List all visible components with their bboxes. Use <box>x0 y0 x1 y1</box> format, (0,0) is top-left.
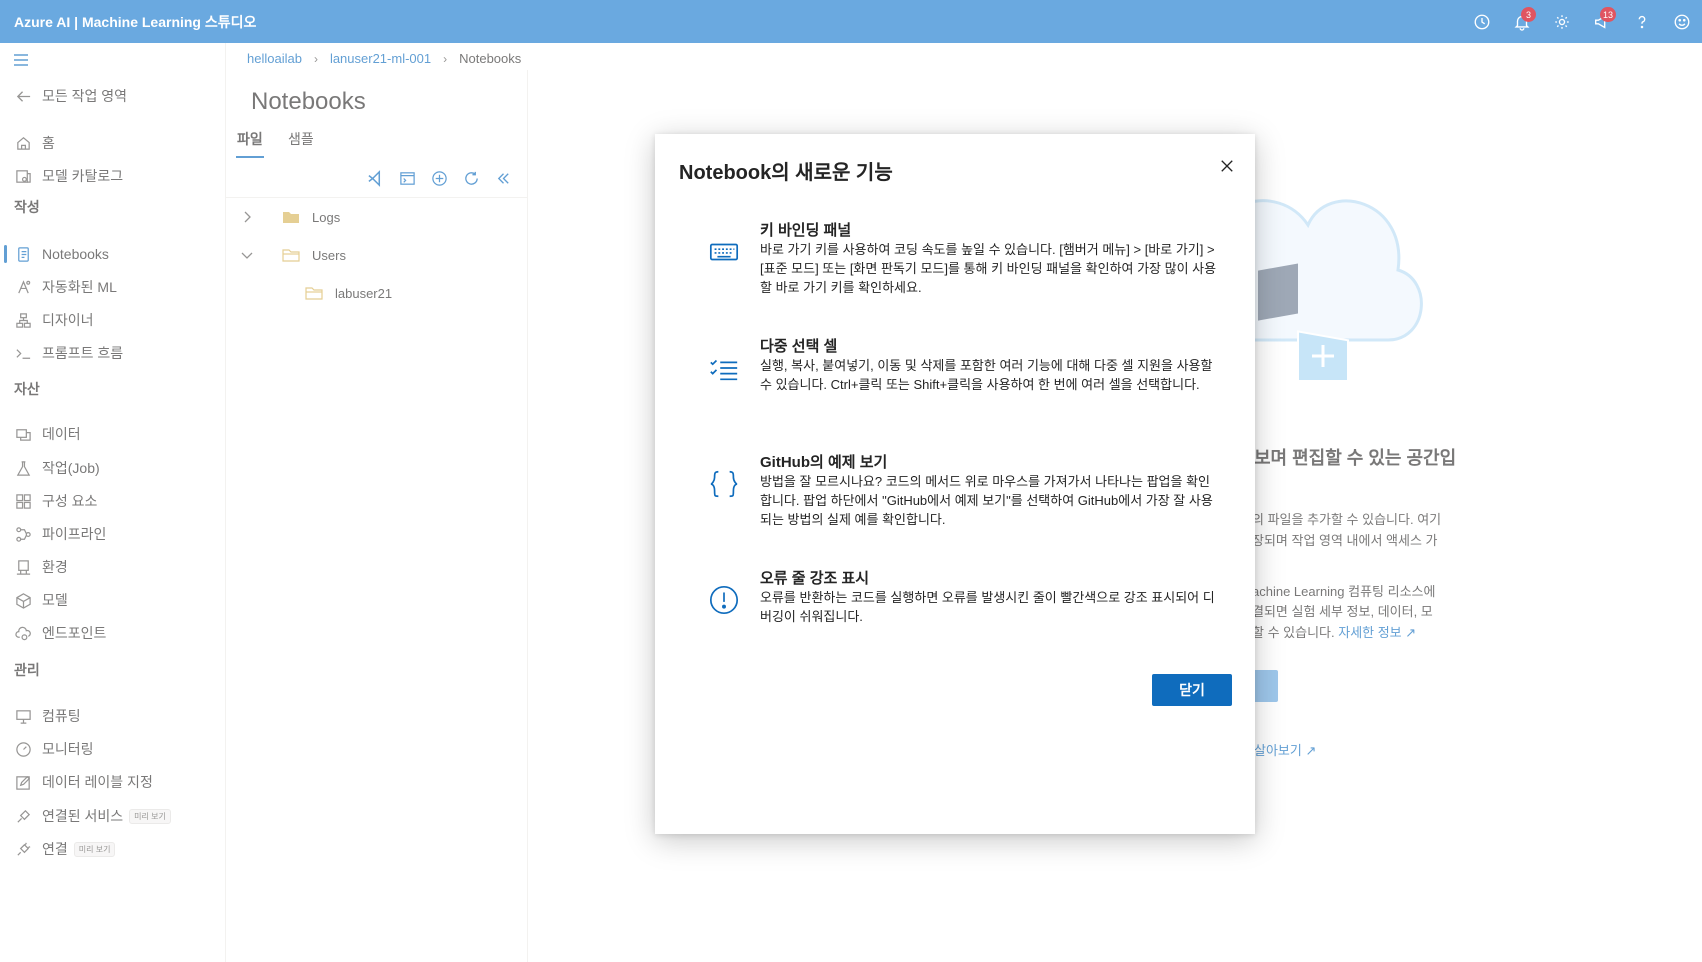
help-icon[interactable] <box>1622 0 1662 43</box>
close-button[interactable]: 닫기 <box>1152 674 1232 706</box>
feature-title: 다중 선택 셀 <box>760 338 838 355</box>
feature-description: 바로 가기 키를 사용하여 코딩 속도를 높일 수 있습니다. [햄버거 메뉴]… <box>760 242 1217 295</box>
feature-description: 실행, 복사, 붙여넣기, 이동 및 삭제를 포함한 여러 기능에 대해 다중 … <box>760 358 1213 392</box>
history-icon[interactable] <box>1462 0 1502 43</box>
feedback-megaphone-icon[interactable]: 13 <box>1582 0 1622 43</box>
feature-description: 오류를 반환하는 코드를 실행하면 오류를 발생시킨 줄이 빨간색으로 강조 표… <box>760 590 1215 624</box>
checklist-icon <box>707 351 741 385</box>
feature-description: 방법을 잘 모르시나요? 코드의 메서드 위로 마우스를 가져가서 나타나는 팝… <box>760 474 1213 527</box>
keyboard-icon <box>707 235 741 269</box>
feature-title: GitHub의 예제 보기 <box>760 454 888 471</box>
feedback-badge: 13 <box>1599 7 1616 22</box>
whats-new-dialog: Notebook의 새로운 기능 키 바인딩 패널 바로 가기 키를 사용하여 … <box>655 134 1255 834</box>
top-bar: Azure AI | Machine Learning 스튜디오 3 13 <box>0 0 1702 43</box>
top-toolbar: 3 13 <box>1462 0 1702 43</box>
braces-icon <box>707 467 741 501</box>
feature-title: 오류 줄 강조 표시 <box>760 570 870 587</box>
notifications-badge: 3 <box>1521 7 1536 22</box>
close-icon[interactable] <box>1217 156 1237 176</box>
dialog-title: Notebook의 새로운 기능 <box>679 162 893 184</box>
feature-title: 키 바인딩 패널 <box>760 222 852 239</box>
settings-icon[interactable] <box>1542 0 1582 43</box>
notifications-icon[interactable]: 3 <box>1502 0 1542 43</box>
error-circle-icon <box>707 583 741 617</box>
smiley-feedback-icon[interactable] <box>1662 0 1702 43</box>
app-title[interactable]: Azure AI | Machine Learning 스튜디오 <box>0 12 256 32</box>
